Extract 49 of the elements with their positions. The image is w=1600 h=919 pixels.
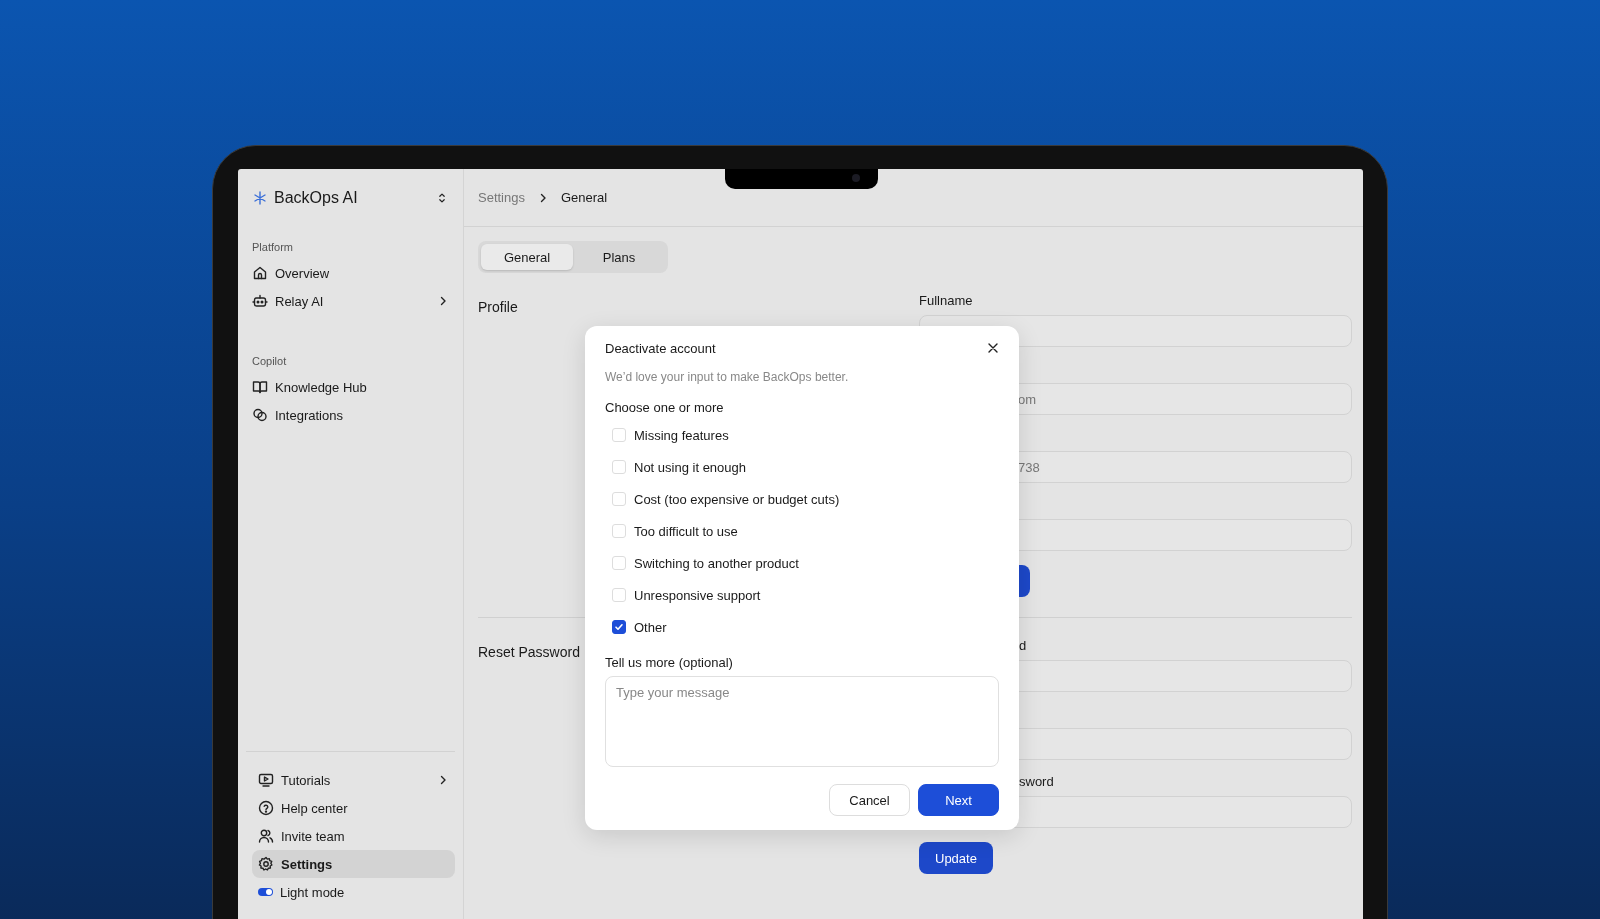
robot-icon — [252, 293, 268, 309]
sidebar-item[interactable]: Settings — [252, 850, 455, 878]
section-heading: Platform — [251, 241, 294, 253]
sidebar-item[interactable]: Tutorials — [252, 766, 455, 794]
section-heading: Copilot — [251, 355, 288, 367]
breadcrumb-item[interactable]: General — [561, 190, 608, 205]
next-button[interactable]: Next — [918, 784, 999, 816]
sidebar-item[interactable]: Relay AI — [246, 287, 455, 315]
breadcrumb-item[interactable]: Settings — [478, 190, 525, 205]
field-label: Tell us more (optional) — [605, 655, 734, 670]
sidebar-item[interactable]: Knowledge Hub — [246, 373, 455, 401]
option-label: Switching to another product — [634, 555, 799, 571]
option-label: Other — [634, 619, 667, 635]
tab[interactable]: General — [481, 244, 573, 270]
home-icon — [252, 265, 268, 281]
monitor-play-icon — [258, 772, 274, 788]
update-button[interactable]: Update — [919, 842, 993, 874]
sidebar-item[interactable]: Overview — [246, 259, 455, 287]
section-title: Profile — [478, 299, 519, 315]
cancel-button[interactable]: Cancel — [829, 784, 910, 816]
field-label: d — [1018, 638, 1028, 654]
question-label: Choose one or more — [605, 400, 725, 415]
check-icon — [614, 622, 624, 632]
option-label: Cost (too expensive or budget cuts) — [634, 491, 840, 507]
app-name: BackOps AI — [274, 189, 359, 207]
toggle-switch[interactable] — [258, 888, 273, 896]
users-icon — [258, 828, 274, 844]
sidebar-item[interactable]: Help center — [252, 794, 455, 822]
close-button[interactable] — [987, 342, 999, 354]
dialog-subtitle: We’d love your input to make BackOps better. — [605, 370, 850, 384]
option-label: Missing features — [634, 427, 729, 443]
sidebar-item[interactable]: Integrations — [246, 401, 455, 429]
sparkle-icon — [252, 190, 268, 206]
option-label: Too difficult to use — [634, 523, 738, 539]
checkbox[interactable] — [612, 620, 626, 634]
message-field[interactable]: Type your message — [605, 676, 999, 767]
sidebar-item[interactable]: Invite team — [252, 822, 455, 850]
dialog-title: Deactivate account — [605, 340, 716, 356]
option-label: Unresponsive support — [634, 587, 761, 603]
option-label: Not using it enough — [634, 459, 747, 475]
link-circles-icon — [252, 407, 268, 423]
book-icon — [252, 379, 268, 395]
section-title: Reset Password — [478, 644, 581, 660]
field-label: Fullname — [919, 293, 974, 309]
field-label: sword — [1018, 774, 1055, 790]
tab[interactable]: Plans — [573, 244, 665, 270]
sidebar-item[interactable]: Light mode — [252, 878, 455, 906]
help-icon — [258, 800, 274, 816]
settings-icon — [258, 856, 274, 872]
